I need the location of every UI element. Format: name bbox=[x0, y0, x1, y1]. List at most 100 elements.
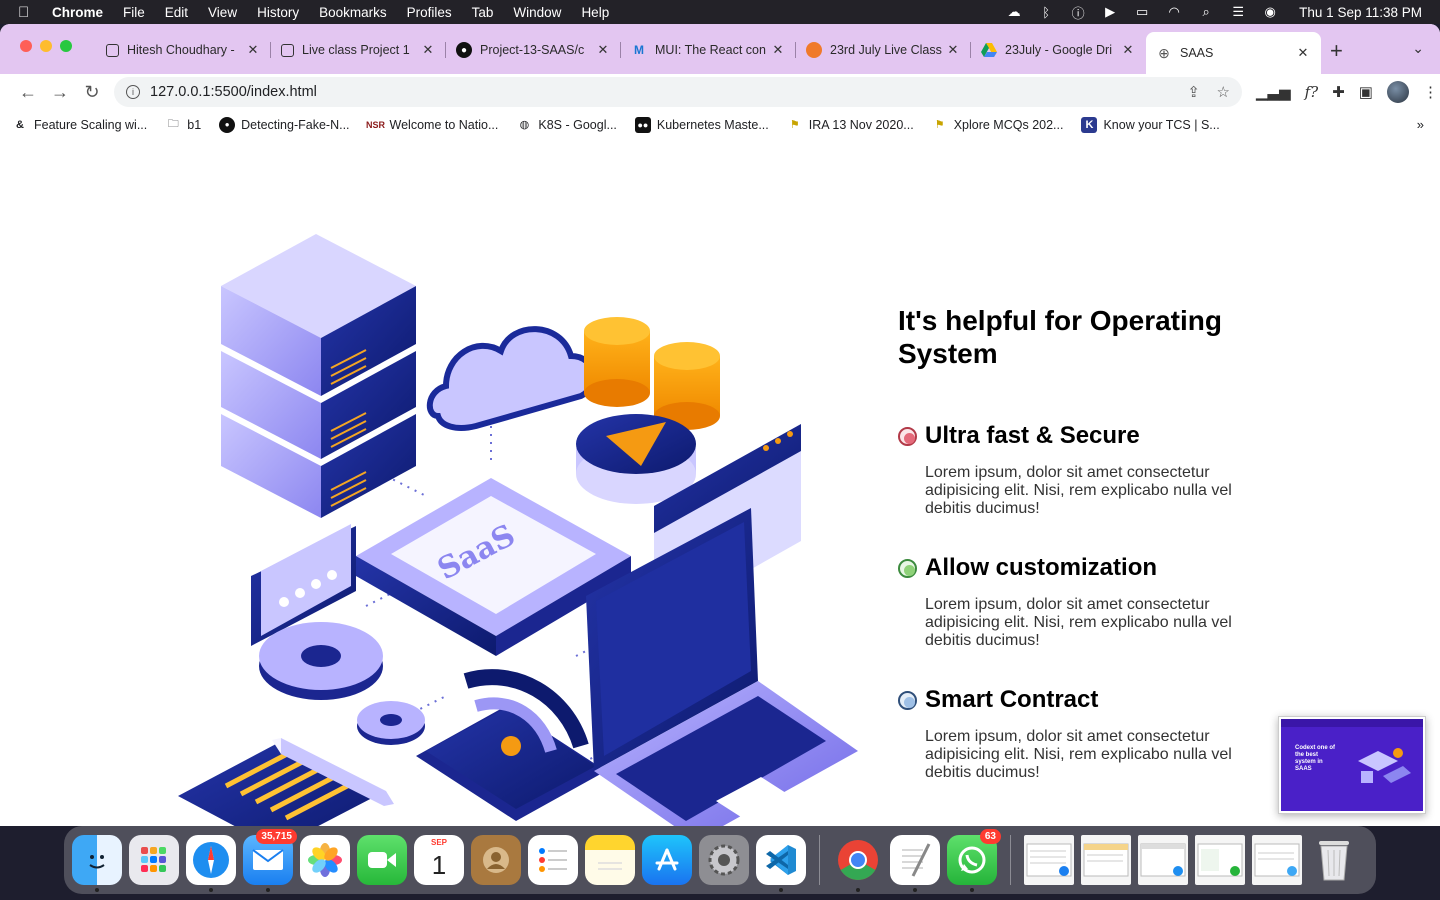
site-info-icon[interactable]: i bbox=[126, 85, 140, 99]
whatsapp-icon[interactable]: 63 bbox=[947, 829, 1001, 892]
mail-icon[interactable]: 35,715 bbox=[243, 829, 297, 892]
chrome-icon[interactable] bbox=[833, 835, 883, 892]
tab-mui[interactable]: M MUI: The React con ✕ bbox=[621, 32, 796, 68]
tab-hitesh[interactable]: Hitesh Choudhary - ✕ bbox=[96, 32, 271, 68]
address-url[interactable]: 127.0.0.1:5500/index.html bbox=[150, 84, 317, 100]
tabs: Hitesh Choudhary - ✕ Live class Project … bbox=[96, 32, 1321, 74]
bookmark-star-icon[interactable]: ☆ bbox=[1217, 83, 1230, 101]
tab-live-class[interactable]: Live class Project 1 ✕ bbox=[271, 32, 446, 68]
battery-icon[interactable]: ▭ bbox=[1133, 4, 1151, 19]
share-icon[interactable]: ⇪ bbox=[1187, 83, 1200, 101]
contacts-icon[interactable] bbox=[471, 835, 521, 885]
notes-icon[interactable] bbox=[585, 835, 635, 885]
square-icon bbox=[281, 43, 294, 57]
mail-badge: 35,715 bbox=[256, 829, 297, 844]
safari-icon[interactable] bbox=[186, 835, 236, 892]
menu-app-name[interactable]: Chrome bbox=[52, 5, 103, 20]
close-tab-icon[interactable]: ✕ bbox=[420, 42, 436, 58]
minimized-window-whatsapp[interactable] bbox=[1195, 835, 1245, 885]
nsr-icon: NSR bbox=[366, 119, 386, 130]
close-tab-icon[interactable]: ✕ bbox=[945, 42, 961, 58]
menu-help[interactable]: Help bbox=[581, 5, 609, 20]
reload-button[interactable]: ↻ bbox=[76, 82, 108, 103]
menu-edit[interactable]: Edit bbox=[165, 5, 188, 20]
bookmark-xplore[interactable]: ⚑ Xplore MCQs 202... bbox=[932, 117, 1064, 133]
thumbnail-illustration bbox=[1358, 748, 1411, 783]
tab-23rd-july[interactable]: 23rd July Live Class ✕ bbox=[796, 32, 971, 68]
minimized-window-finder[interactable] bbox=[1252, 835, 1302, 885]
forward-button[interactable]: → bbox=[44, 82, 76, 103]
tab-search-icon[interactable]: ⌄ bbox=[1412, 40, 1424, 57]
chrome-menu-icon[interactable]: ⋮ bbox=[1423, 83, 1438, 101]
minimized-window-mail[interactable] bbox=[1024, 835, 1074, 885]
maximize-window-button[interactable] bbox=[60, 40, 72, 52]
bookmark-know-tcs[interactable]: K Know your TCS | S... bbox=[1081, 116, 1220, 133]
reminders-icon[interactable] bbox=[528, 835, 578, 885]
calendar-icon[interactable]: SEP 1 bbox=[414, 835, 464, 885]
address-bar[interactable]: i 127.0.0.1:5500/index.html ⇪ ☆ bbox=[114, 77, 1242, 107]
play-circle-icon[interactable]: ▶ bbox=[1101, 4, 1119, 19]
menu-bookmarks[interactable]: Bookmarks bbox=[319, 5, 387, 20]
siri-icon[interactable]: ◉ bbox=[1261, 4, 1279, 19]
bluetooth-icon[interactable]: ᛒ bbox=[1037, 5, 1055, 20]
function-extension-icon[interactable]: f? bbox=[1305, 83, 1319, 101]
close-tab-icon[interactable]: ✕ bbox=[245, 42, 261, 58]
close-tab-icon[interactable]: ✕ bbox=[1295, 45, 1311, 61]
facetime-icon[interactable] bbox=[357, 835, 407, 885]
photos-icon[interactable] bbox=[300, 835, 350, 885]
trash-icon[interactable] bbox=[1309, 835, 1359, 885]
k-icon: K bbox=[1081, 116, 1098, 133]
bookmark-fake-news[interactable]: ● Detecting-Fake-N... bbox=[219, 116, 350, 133]
web-page: SaaS It's helpful for Operating System U… bbox=[0, 136, 1440, 826]
vscode-icon[interactable] bbox=[756, 835, 806, 892]
extensions-puzzle-icon[interactable]: ✚ bbox=[1332, 83, 1345, 101]
bookmark-feature-scaling[interactable]: & Feature Scaling wi... bbox=[12, 117, 147, 133]
tab-github-project[interactable]: ● Project-13-SAAS/c ✕ bbox=[446, 32, 621, 68]
minimize-window-button[interactable] bbox=[40, 40, 52, 52]
creative-cloud-icon[interactable]: ☁ bbox=[1005, 4, 1023, 19]
tab-saas[interactable]: ⊕ SAAS ✕ bbox=[1146, 32, 1321, 74]
tab-title: MUI: The React con bbox=[655, 43, 766, 57]
minimized-window-safari[interactable] bbox=[1138, 835, 1188, 885]
bookmark-k8s[interactable]: ◍ K8S - Googl... bbox=[516, 117, 617, 133]
thumbnail-text: Codext one of the best system in SAAS bbox=[1295, 745, 1335, 772]
minimized-window-textedit[interactable] bbox=[1081, 835, 1131, 885]
info-circle-icon[interactable]: ⓘ bbox=[1069, 5, 1087, 21]
launchpad-icon[interactable] bbox=[129, 835, 179, 885]
profile-avatar[interactable] bbox=[1386, 81, 1409, 103]
bookmark-kubernetes[interactable]: ●● Kubernetes Maste... bbox=[634, 116, 769, 133]
close-window-button[interactable] bbox=[20, 40, 32, 52]
wifi-icon[interactable]: ◠ bbox=[1165, 4, 1183, 19]
bookmark-folder-b1[interactable]: 🗀 b1 bbox=[165, 117, 201, 133]
bookmark-ira[interactable]: ⚑ IRA 13 Nov 2020... bbox=[787, 117, 914, 133]
system-preferences-icon[interactable] bbox=[699, 835, 749, 885]
more-bookmarks-icon[interactable]: » bbox=[1417, 117, 1424, 132]
menu-clock[interactable]: Thu 1 Sep 11:38 PM bbox=[1299, 5, 1422, 20]
menu-tab[interactable]: Tab bbox=[472, 5, 494, 20]
calendar-day: 1 bbox=[431, 849, 447, 880]
spotlight-search-icon[interactable]: ⌕ bbox=[1197, 4, 1215, 19]
tab-google-drive[interactable]: 23July - Google Dri ✕ bbox=[971, 32, 1146, 68]
bullet-icon bbox=[898, 558, 917, 578]
app-store-icon[interactable] bbox=[642, 835, 692, 885]
bookmark-natio[interactable]: NSR Welcome to Natio... bbox=[366, 117, 498, 133]
screenshot-thumbnail[interactable]: Codext one of the best system in SAAS bbox=[1278, 716, 1426, 814]
back-button[interactable]: ← bbox=[12, 82, 44, 103]
menu-history[interactable]: History bbox=[257, 5, 299, 20]
apple-menu-icon[interactable]:  bbox=[18, 4, 34, 21]
menu-profiles[interactable]: Profiles bbox=[407, 5, 452, 20]
textedit-icon[interactable] bbox=[890, 835, 940, 892]
control-center-icon[interactable]: ☰ bbox=[1229, 4, 1247, 19]
close-tab-icon[interactable]: ✕ bbox=[1120, 42, 1136, 58]
finder-icon[interactable] bbox=[72, 835, 122, 892]
menu-file[interactable]: File bbox=[123, 5, 145, 20]
close-tab-icon[interactable]: ✕ bbox=[770, 42, 786, 58]
analytics-extension-icon[interactable]: ▁▃▅ bbox=[1256, 83, 1291, 101]
side-panel-icon[interactable]: ▣ bbox=[1359, 83, 1373, 101]
new-tab-button[interactable]: + bbox=[1330, 38, 1343, 64]
window-controls bbox=[20, 40, 72, 52]
menu-view[interactable]: View bbox=[208, 5, 237, 20]
feature-title: Ultra fast & Secure bbox=[925, 422, 1140, 449]
menu-window[interactable]: Window bbox=[513, 5, 561, 20]
close-tab-icon[interactable]: ✕ bbox=[595, 42, 611, 58]
